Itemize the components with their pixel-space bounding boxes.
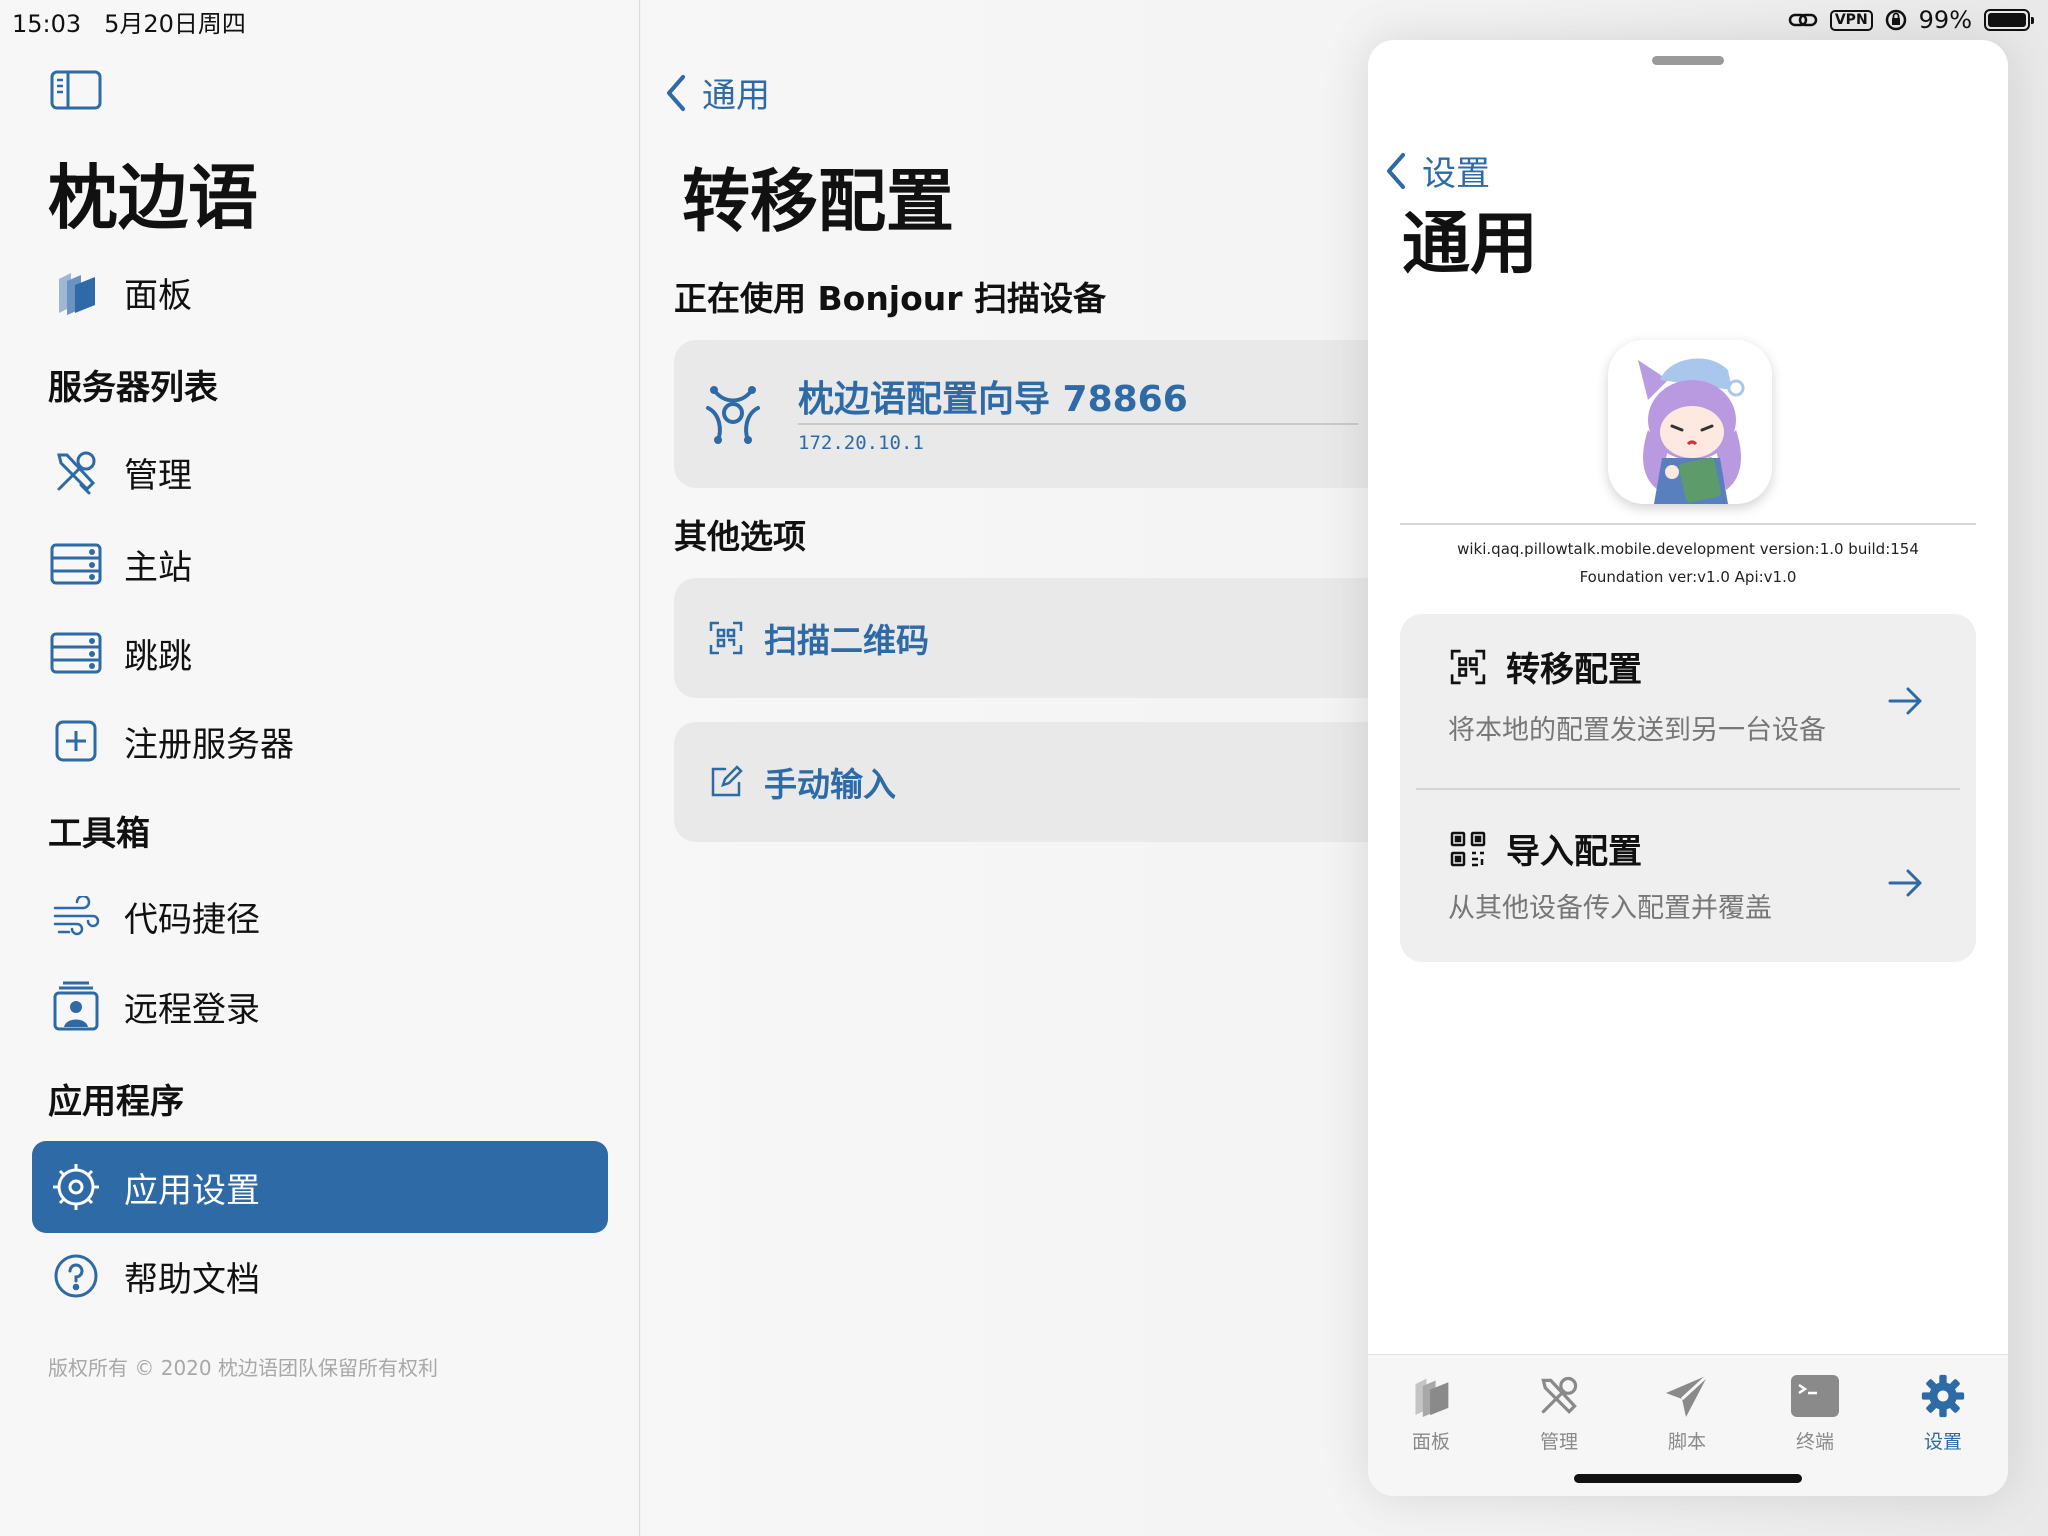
sidebar-item-label: 主站 bbox=[124, 547, 192, 588]
row-description: 从其他设备传入配置并覆盖 bbox=[1448, 893, 1772, 924]
sidebar-item-label: 应用设置 bbox=[124, 1170, 260, 1211]
copyright-text: 版权所有 © 2020 枕边语团队保留所有权利 bbox=[48, 1356, 438, 1380]
question-circle-icon bbox=[48, 1248, 104, 1304]
plus-square-icon bbox=[48, 713, 104, 769]
tab-label: 面板 bbox=[1411, 1431, 1450, 1453]
settings-sheet: 设置 通用 wiki.qaq.pillowtalk.mobile.develop… bbox=[1368, 40, 2008, 1496]
dashboard-icon bbox=[1406, 1371, 1456, 1421]
wrench-screwdriver-icon bbox=[1534, 1371, 1584, 1421]
sidebar-item-jump-server[interactable]: 跳跳 bbox=[32, 607, 608, 699]
sidebar-item-remote-login[interactable]: 远程登录 bbox=[32, 960, 608, 1052]
divider bbox=[1400, 523, 1976, 525]
vpn-badge: VPN bbox=[1829, 9, 1873, 31]
sheet-grabber[interactable] bbox=[1652, 56, 1724, 65]
scan-qr-label: 扫描二维码 bbox=[764, 621, 929, 660]
sidebar: 枕边语 面板 服务器列表 管理 主站 跳跳 注册服务器 工具箱 代码捷径 远程登… bbox=[0, 0, 640, 1536]
other-options-title: 其他选项 bbox=[674, 517, 806, 556]
sidebar-item-label: 面板 bbox=[124, 275, 192, 316]
qr-code-icon bbox=[1448, 829, 1488, 869]
foundation-info: Foundation ver:v1.0 Api:v1.0 bbox=[1579, 568, 1797, 586]
section-title-toolbox: 工具箱 bbox=[48, 814, 150, 854]
row-title-text: 导入配置 bbox=[1506, 832, 1642, 872]
battery-level bbox=[1988, 13, 2026, 27]
battery-percent: 99% bbox=[1918, 6, 1972, 34]
tab-terminal[interactable]: 终端 bbox=[1760, 1371, 1870, 1454]
tab-label: 管理 bbox=[1539, 1431, 1578, 1453]
app-title: 枕边语 bbox=[48, 157, 258, 239]
sidebar-item-label: 注册服务器 bbox=[124, 724, 294, 765]
section-title-applications: 应用程序 bbox=[48, 1082, 184, 1122]
paper-plane-icon bbox=[1662, 1371, 1712, 1421]
contact-card-icon bbox=[48, 978, 104, 1034]
edit-icon bbox=[706, 762, 746, 802]
tab-label: 脚本 bbox=[1667, 1431, 1706, 1453]
back-button-general[interactable]: 通用 bbox=[664, 68, 770, 117]
sidebar-item-label: 代码捷径 bbox=[124, 899, 260, 940]
tab-dashboard[interactable]: 面板 bbox=[1376, 1371, 1486, 1454]
version-info: wiki.qaq.pillowtalk.mobile.development v… bbox=[1457, 540, 1919, 558]
status-clock: 15:03 bbox=[12, 10, 82, 38]
gear-icon bbox=[1918, 1371, 1968, 1421]
sidebar-toggle-icon[interactable] bbox=[50, 70, 102, 110]
transfer-config-row[interactable]: 转移配置 将本地的配置发送到另一台设备 bbox=[1400, 614, 1976, 788]
page-title: 转移配置 bbox=[682, 163, 955, 242]
sidebar-item-code-shortcuts[interactable]: 代码捷径 bbox=[32, 870, 608, 962]
sheet-title: 通用 bbox=[1402, 205, 1539, 284]
home-indicator bbox=[1574, 1474, 1802, 1483]
status-date: 5月20日周四 bbox=[104, 10, 246, 38]
tab-scripts[interactable]: 脚本 bbox=[1632, 1371, 1742, 1454]
tab-label: 终端 bbox=[1795, 1431, 1834, 1453]
terminal-icon bbox=[1790, 1371, 1840, 1421]
sidebar-item-manage[interactable]: 管理 bbox=[32, 426, 608, 518]
battery-icon bbox=[1984, 9, 2034, 31]
wrench-screwdriver-icon bbox=[48, 444, 104, 500]
gear-icon bbox=[48, 1159, 104, 1215]
chevron-left-icon bbox=[1387, 152, 1405, 189]
chevron-left-icon bbox=[667, 74, 685, 111]
divider bbox=[798, 423, 1358, 425]
sidebar-item-label: 帮助文档 bbox=[124, 1259, 260, 1300]
row-title: 导入配置 bbox=[1448, 824, 1642, 873]
tab-settings[interactable]: 设置 bbox=[1888, 1371, 1998, 1454]
wind-icon bbox=[48, 888, 104, 944]
bonjour-icon bbox=[706, 386, 760, 444]
qr-scan-icon bbox=[706, 618, 746, 658]
server-icon bbox=[48, 625, 104, 681]
sidebar-item-label: 管理 bbox=[124, 455, 192, 496]
device-ip: 172.20.10.1 bbox=[798, 432, 924, 454]
sidebar-item-label: 跳跳 bbox=[124, 636, 192, 677]
manual-input-label: 手动输入 bbox=[764, 765, 896, 804]
scanning-status: 正在使用 Bonjour 扫描设备 bbox=[674, 279, 1107, 318]
sidebar-item-main-server[interactable]: 主站 bbox=[32, 518, 608, 610]
section-title-servers: 服务器列表 bbox=[48, 368, 218, 408]
back-label: 通用 bbox=[702, 76, 770, 116]
sidebar-item-label: 远程登录 bbox=[124, 989, 260, 1030]
row-title-text: 转移配置 bbox=[1506, 650, 1642, 690]
row-title: 转移配置 bbox=[1448, 642, 1642, 691]
row-description: 将本地的配置发送到另一台设备 bbox=[1448, 715, 1826, 746]
rotation-lock-icon bbox=[1885, 9, 1906, 31]
server-icon bbox=[48, 536, 104, 592]
arrow-right-icon bbox=[1888, 869, 1922, 897]
sidebar-item-app-settings[interactable]: 应用设置 bbox=[32, 1141, 608, 1233]
app-avatar bbox=[1608, 340, 1772, 504]
tab-manage[interactable]: 管理 bbox=[1504, 1371, 1614, 1454]
status-indicators: VPN 99% bbox=[1788, 6, 2034, 34]
dashboard-icon bbox=[48, 264, 104, 320]
arrow-right-icon bbox=[1888, 687, 1922, 715]
transfer-options-card: 转移配置 将本地的配置发送到另一台设备 导入配置 从其他设备传入配置并覆盖 bbox=[1400, 614, 1976, 962]
device-name: 枕边语配置向导 78866 bbox=[798, 379, 1188, 420]
qr-scan-icon bbox=[1448, 647, 1488, 687]
link-icon bbox=[1788, 13, 1818, 27]
sidebar-item-dashboard[interactable]: 面板 bbox=[32, 246, 608, 338]
import-config-row[interactable]: 导入配置 从其他设备传入配置并覆盖 bbox=[1400, 790, 1976, 962]
tab-label: 设置 bbox=[1923, 1431, 1962, 1453]
status-time: 15:03 5月20日周四 bbox=[12, 4, 246, 39]
sidebar-item-help-docs[interactable]: 帮助文档 bbox=[32, 1230, 608, 1322]
sidebar-item-register-server[interactable]: 注册服务器 bbox=[32, 695, 608, 787]
